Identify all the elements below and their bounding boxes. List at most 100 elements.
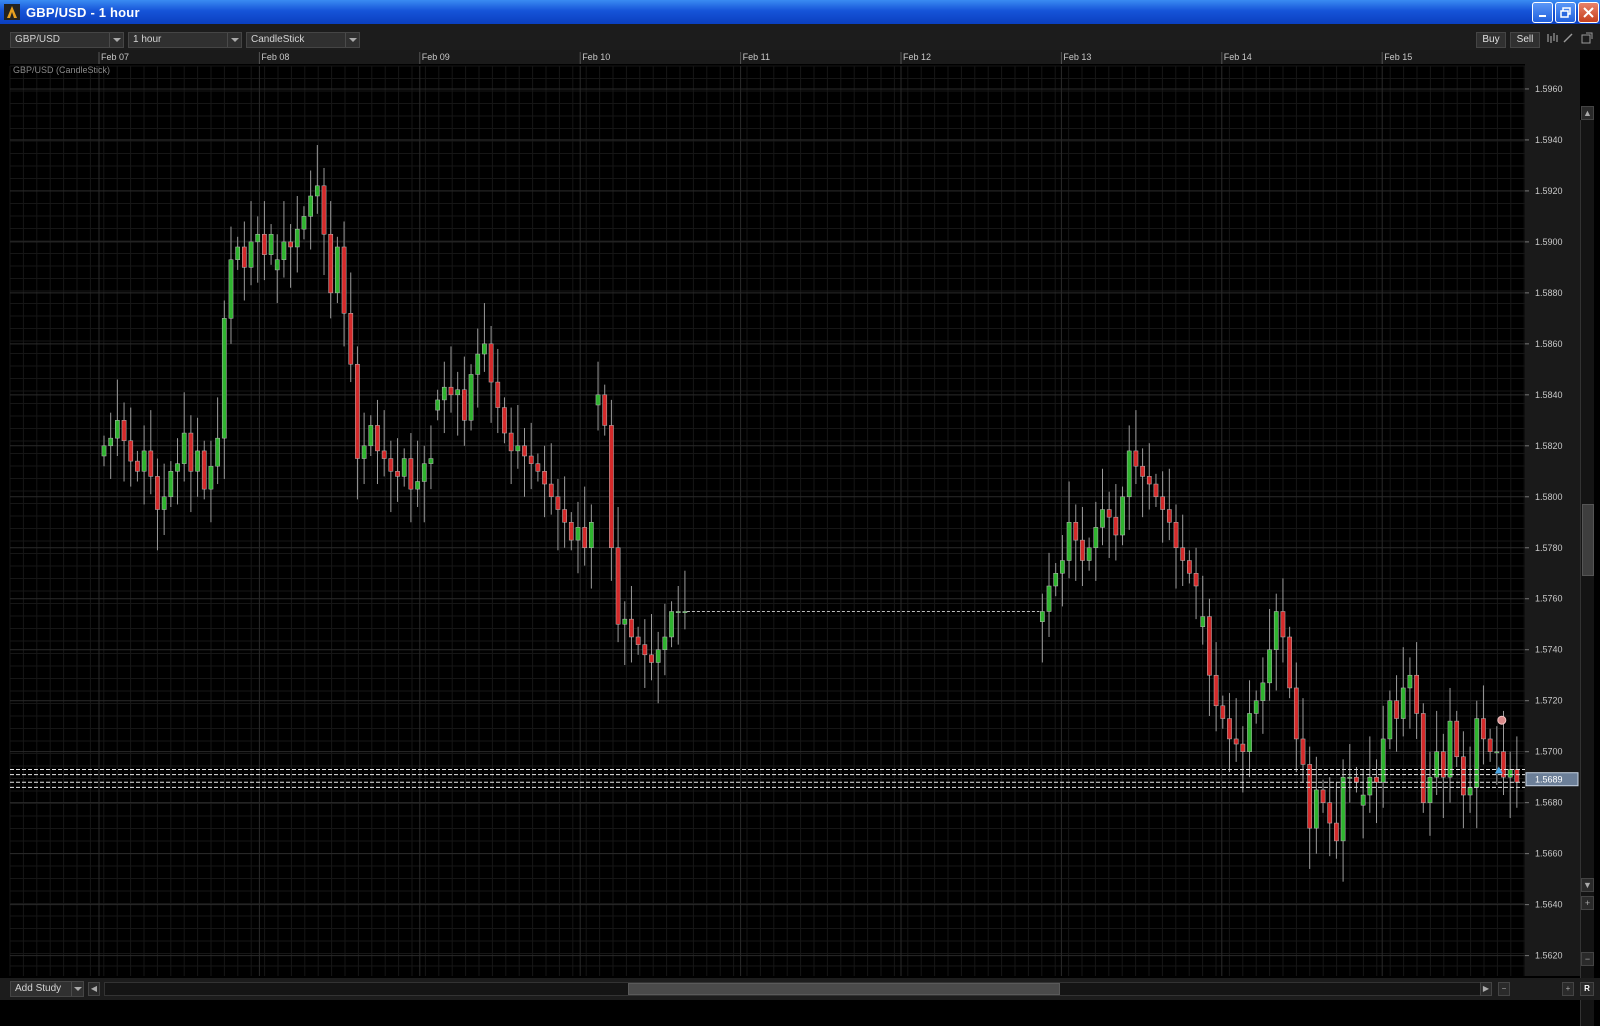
scroll-down-button[interactable]: ▼ [1581, 878, 1594, 892]
candle-body-down [635, 636, 641, 645]
candle-body-up [1267, 649, 1272, 684]
candle-body-down [1320, 789, 1326, 803]
date-label: Feb 11 [743, 52, 770, 62]
candle-body-up [115, 420, 120, 439]
candle-body-up [662, 636, 668, 650]
candle-body-up [228, 259, 234, 319]
interval-dropdown[interactable]: 1 hour [128, 32, 242, 48]
candle-body-down [1307, 764, 1313, 829]
candle-body-up [575, 527, 581, 541]
candle-body-up [1360, 794, 1366, 806]
candle-body-down [1394, 700, 1399, 719]
candle-body-down [1207, 616, 1212, 676]
candle-body-up [208, 465, 214, 490]
candle-body-down [1160, 496, 1165, 510]
price-label: 1.5640 [1535, 900, 1563, 910]
minimize-button[interactable] [1532, 2, 1553, 23]
candle-body-up [682, 611, 688, 613]
candlestick-chart[interactable]: Feb 07 Feb 08 Feb 09 Feb 10 Feb 11 Feb 12 Feb … [0, 50, 1600, 978]
candle-body-up [675, 611, 681, 613]
candle-body-down [1374, 776, 1379, 783]
candle-body-down [488, 343, 494, 383]
candle-body-down [582, 527, 588, 549]
candle-body-down [528, 455, 534, 464]
popout-icon[interactable] [1579, 32, 1595, 48]
candle-body-up [235, 246, 241, 260]
candle-body-down [1187, 560, 1192, 574]
candle-body-up [415, 481, 420, 490]
candle [1420, 703, 1426, 813]
last-price-label: 1.5689 [1535, 775, 1563, 785]
price-label: 1.5920 [1535, 186, 1563, 196]
price-label: 1.5760 [1535, 594, 1563, 604]
bars-icon[interactable] [1544, 32, 1560, 48]
date-label: Feb 08 [261, 52, 289, 62]
candle-body-up [361, 445, 367, 459]
candle-body-up [314, 185, 320, 197]
candle-body-up [421, 463, 427, 482]
date-label: Feb 14 [1224, 52, 1252, 62]
candle-body-up [1387, 700, 1393, 740]
horizontal-scrollbar[interactable] [104, 982, 1482, 996]
interval-value: 1 hour [133, 34, 162, 45]
vertical-scroll-thumb[interactable] [1582, 504, 1594, 576]
candle-body-up [1253, 700, 1259, 714]
candle-body-up [1060, 560, 1065, 574]
candle-body-down [1106, 509, 1112, 518]
buy-button[interactable]: Buy [1476, 32, 1506, 48]
candle-body-up [1200, 616, 1206, 628]
candle-body-down [408, 458, 414, 490]
chart-type-value: CandleStick [251, 34, 305, 45]
horizontal-scroll-thumb[interactable] [628, 983, 1060, 995]
pen-icon[interactable] [1560, 32, 1576, 48]
reset-button[interactable]: R [1580, 982, 1594, 996]
candle-body-up [168, 471, 174, 498]
price-label: 1.5800 [1535, 492, 1563, 502]
candle-body-down [568, 522, 574, 541]
zoom-out-button[interactable]: − [1581, 952, 1594, 966]
candle-body-down [1414, 674, 1419, 714]
candle-body-down [355, 363, 360, 459]
candle-body-up [1247, 713, 1252, 752]
candle-body-down [535, 463, 541, 472]
candle-body-up [1340, 776, 1346, 842]
candle-body-up [1474, 718, 1480, 788]
candle-body-up [455, 389, 461, 396]
candle-body-up [1126, 450, 1132, 498]
scroll-left-button[interactable]: ◀ [88, 982, 100, 996]
zoom-out-time-button[interactable]: − [1498, 982, 1510, 996]
add-study-button[interactable]: Add Study [10, 981, 84, 997]
candle-body-down [495, 381, 501, 408]
candle-body-down [1293, 687, 1299, 740]
symbol-dropdown[interactable]: GBP/USD [10, 32, 124, 48]
scroll-up-button[interactable]: ▲ [1581, 106, 1594, 120]
restore-button[interactable] [1555, 2, 1576, 23]
zoom-in-button[interactable]: + [1581, 896, 1594, 910]
chart-area[interactable]: Feb 07 Feb 08 Feb 09 Feb 10 Feb 11 Feb 12 Feb … [0, 50, 1600, 1026]
close-button[interactable] [1578, 2, 1599, 23]
candle-body-up [1494, 751, 1500, 754]
scroll-right-button[interactable]: ▶ [1480, 982, 1492, 996]
candle-body-up [248, 241, 254, 268]
candle-body-down [128, 440, 134, 462]
candle-body-down [562, 509, 567, 523]
candle-body-down [629, 618, 634, 638]
date-label: Feb 10 [582, 52, 610, 62]
candle-body-up [1427, 776, 1433, 803]
candle-body-up [274, 259, 280, 271]
zoom-in-time-button[interactable]: + [1562, 982, 1574, 996]
candle-body-down [502, 407, 507, 434]
candle-body-down [188, 432, 194, 472]
sell-button[interactable]: Sell [1510, 32, 1540, 48]
candle-body-down [1354, 776, 1359, 783]
candle-body-down [609, 425, 614, 549]
chevron-down-icon [71, 982, 83, 996]
chart-type-dropdown[interactable]: CandleStick [246, 32, 360, 48]
sell-marker-icon [1497, 715, 1507, 725]
candle-body-up [428, 458, 434, 464]
candle-body-down [135, 460, 140, 472]
chart-toolbar: GBP/USD 1 hour CandleStick Buy Sell [0, 24, 1600, 50]
candle-body-down [1487, 738, 1493, 752]
candle-body-up [669, 611, 674, 638]
candle-body-up [1260, 682, 1266, 701]
